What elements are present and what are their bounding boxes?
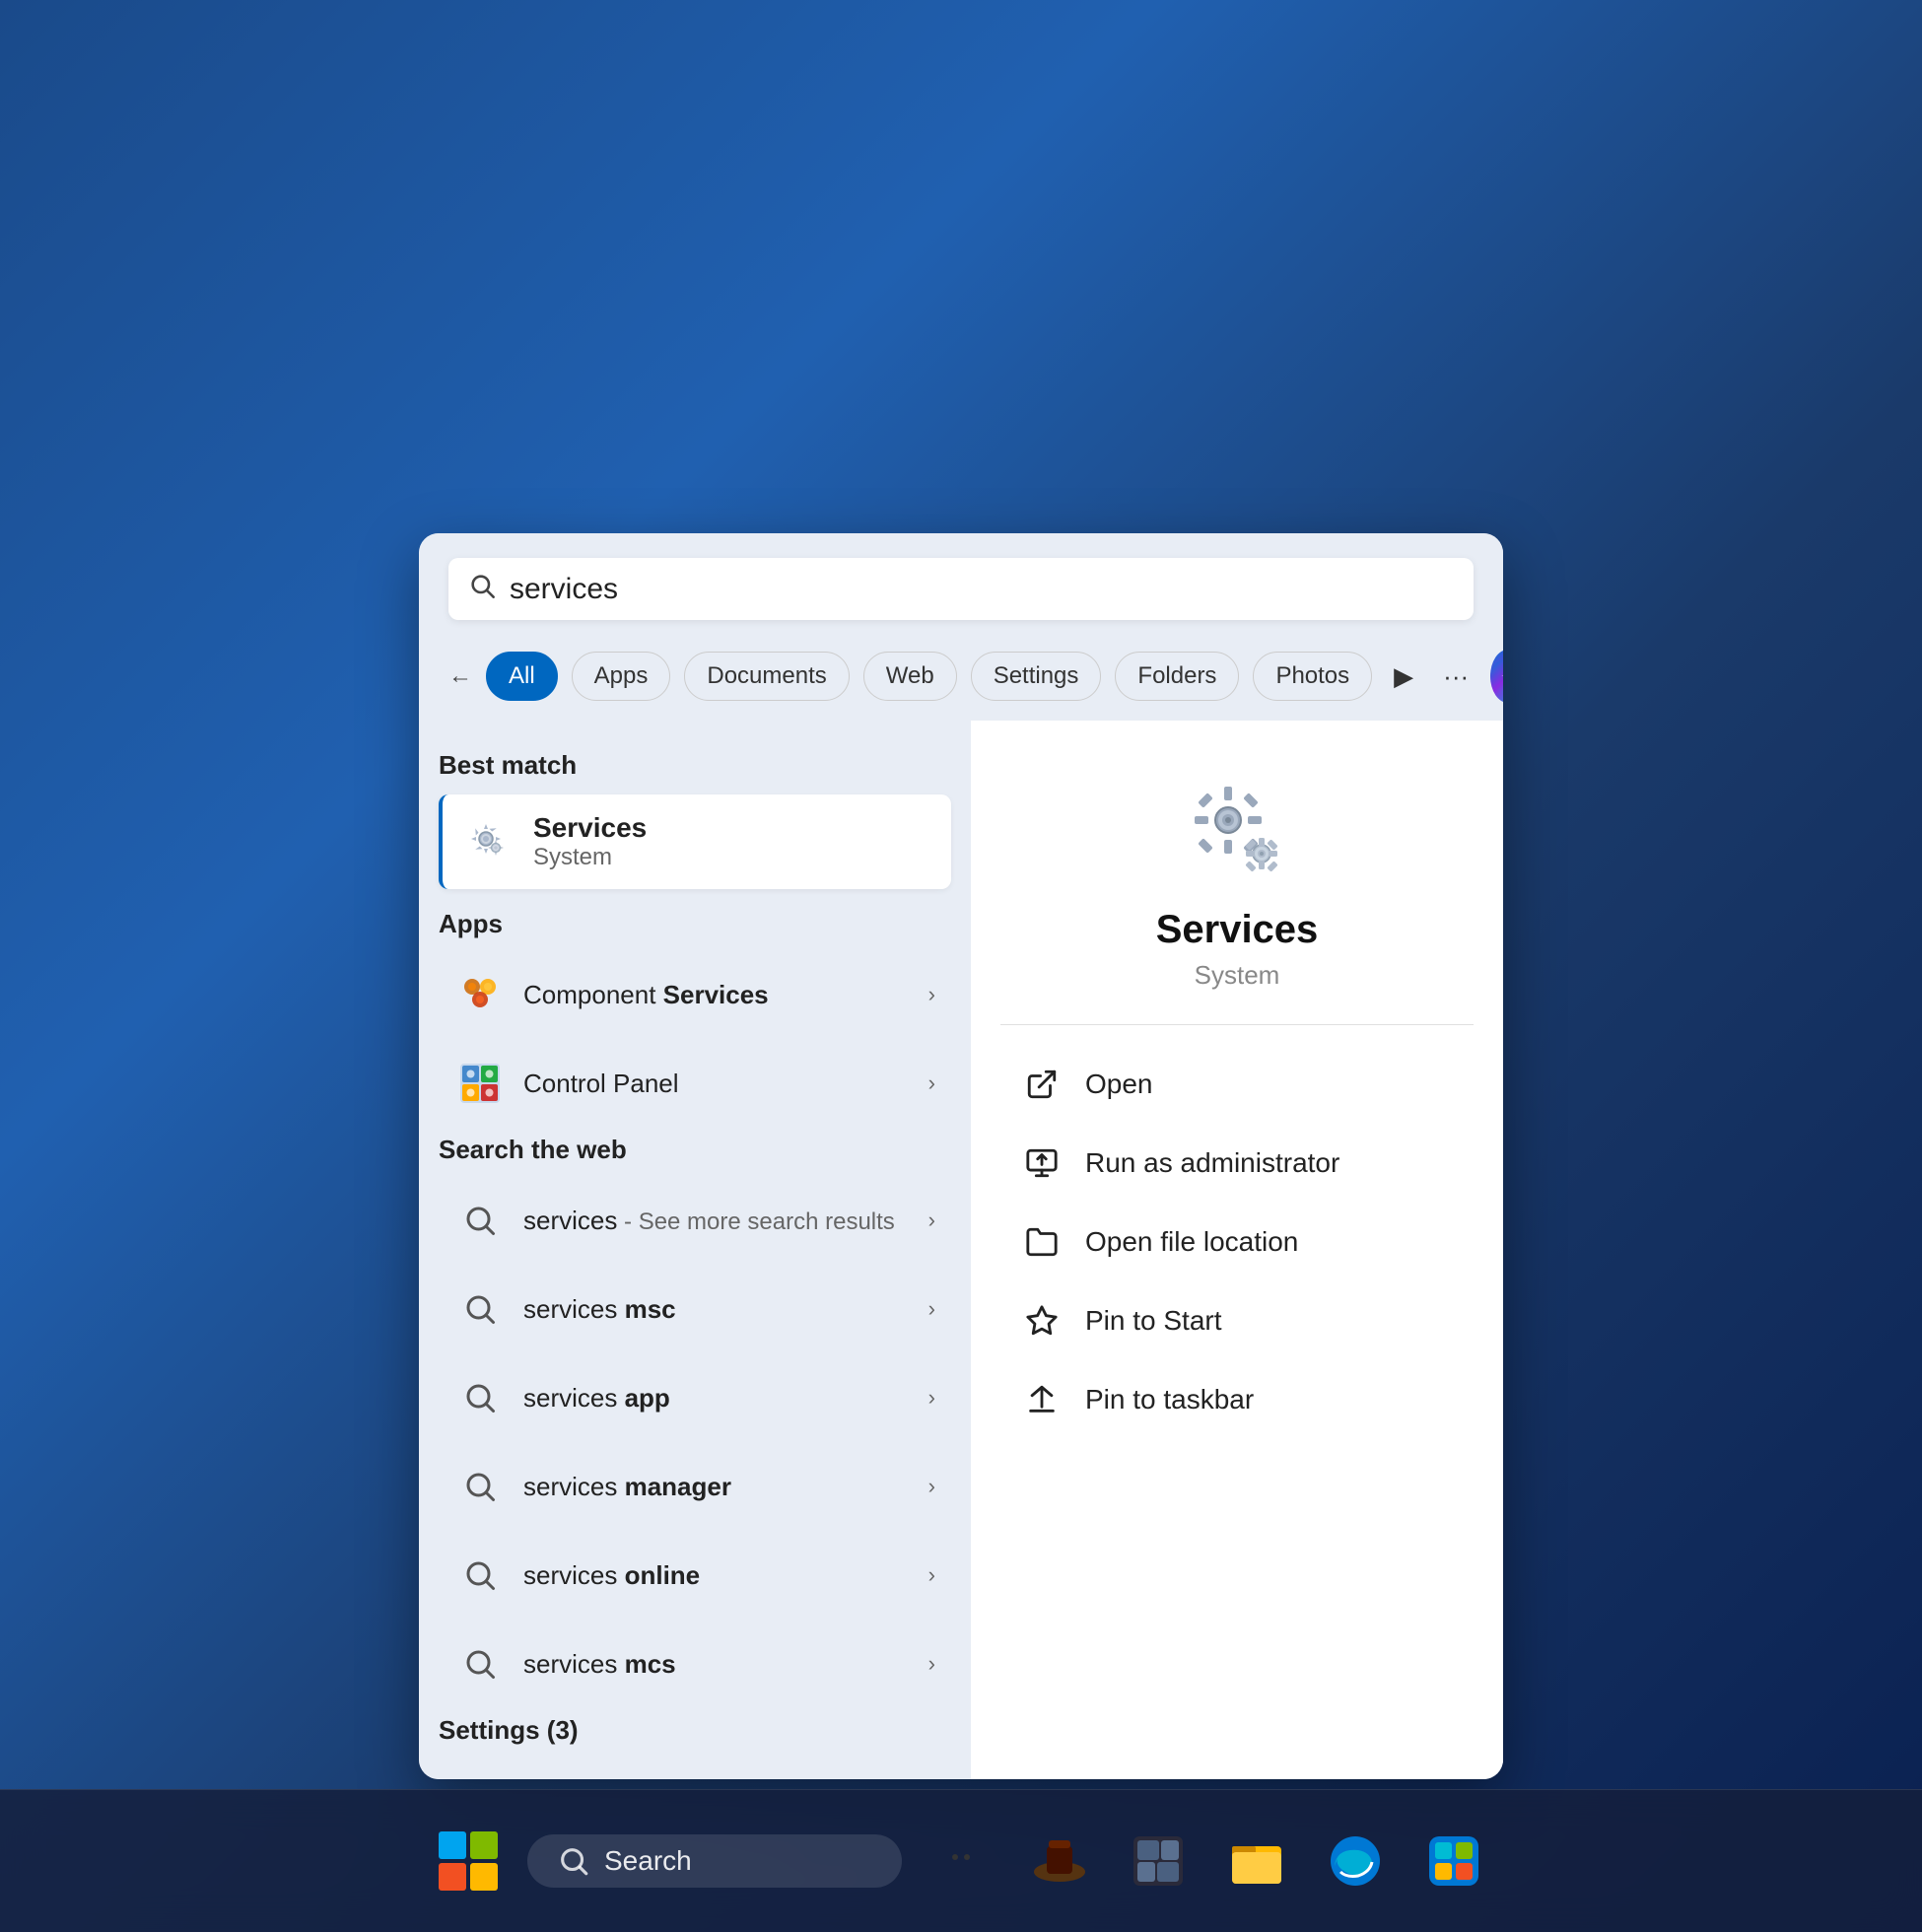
windows-start-button[interactable] [429, 1822, 508, 1900]
action-pin-start[interactable]: Pin to Start [1000, 1281, 1474, 1360]
web-search-1-chevron: › [928, 1208, 935, 1233]
best-match-item[interactable]: Services System [439, 794, 951, 889]
search-icon [468, 572, 496, 606]
web-search-services-mcs[interactable]: services mcs › [439, 1622, 951, 1705]
control-panel-icon [454, 1058, 506, 1109]
control-panel-label: Control Panel [523, 1069, 928, 1099]
tab-folders[interactable]: Folders [1115, 652, 1239, 701]
detail-title: Services [1156, 908, 1319, 952]
taskbar-search-label: Search [604, 1845, 692, 1877]
web-search-services[interactable]: services - See more search results › [439, 1179, 951, 1262]
svg-text:✦: ✦ [1501, 666, 1503, 686]
taskbar-icon-4[interactable] [1217, 1822, 1296, 1900]
pin-taskbar-label: Pin to taskbar [1085, 1384, 1254, 1415]
web-search-1-label: services - See more search results [523, 1206, 928, 1236]
search-input[interactable] [510, 573, 1454, 606]
search-box [448, 558, 1474, 620]
tab-web[interactable]: Web [863, 652, 957, 701]
more-arrow-icon[interactable]: ▶ [1386, 654, 1421, 700]
file-location-label: Open file location [1085, 1226, 1298, 1258]
web-search-icon-3 [454, 1372, 506, 1423]
web-search-3-label: services app [523, 1383, 928, 1414]
taskbar: Search [0, 1789, 1922, 1932]
web-search-services-app[interactable]: services app › [439, 1356, 951, 1439]
best-match-title: Services [533, 812, 647, 844]
more-options-icon[interactable]: ··· [1435, 654, 1476, 700]
tab-apps[interactable]: Apps [572, 652, 671, 701]
action-open[interactable]: Open [1000, 1045, 1474, 1124]
search-input-area [419, 533, 1503, 640]
edge-icon [1327, 1832, 1384, 1890]
taskbar-icon-5[interactable] [1316, 1822, 1395, 1900]
tab-settings[interactable]: Settings [971, 652, 1102, 701]
pin-taskbar-icon [1020, 1378, 1064, 1421]
left-panel: Best match [419, 721, 971, 1779]
web-search-services-online[interactable]: services online › [439, 1534, 951, 1617]
open-icon [1020, 1063, 1064, 1106]
control-panel-chevron: › [928, 1070, 935, 1096]
fox-icon [932, 1832, 990, 1890]
filter-tabs: ← All Apps Documents Web Settings Folder… [419, 640, 1503, 721]
component-services-label: Component Services [523, 980, 928, 1010]
web-search-4-chevron: › [928, 1474, 935, 1499]
action-pin-taskbar[interactable]: Pin to taskbar [1000, 1360, 1474, 1439]
taskbar-icon-2[interactable] [1020, 1822, 1099, 1900]
taskbar-icon-3[interactable] [1119, 1822, 1198, 1900]
settings-section-title: Settings (3) [439, 1715, 951, 1746]
store-icon [1425, 1832, 1482, 1890]
file-explorer-icon [1228, 1832, 1285, 1890]
component-services-chevron: › [928, 982, 935, 1007]
search-panel: ← All Apps Documents Web Settings Folder… [419, 533, 1503, 1779]
web-search-services-manager[interactable]: services manager › [439, 1445, 951, 1528]
open-label: Open [1085, 1069, 1153, 1100]
list-item-component-services[interactable]: Component Services › [439, 953, 951, 1036]
web-search-icon-5 [454, 1550, 506, 1601]
web-search-icon-1 [454, 1195, 506, 1246]
web-search-icon-6 [454, 1638, 506, 1690]
run-admin-label: Run as administrator [1085, 1147, 1339, 1179]
web-search-6-chevron: › [928, 1651, 935, 1677]
detail-subtitle: System [1195, 960, 1280, 991]
main-content: Best match [419, 721, 1503, 1779]
back-button[interactable]: ← [448, 652, 472, 701]
web-search-icon-4 [454, 1461, 506, 1512]
hat-icon [1031, 1832, 1088, 1890]
tab-all[interactable]: All [486, 652, 558, 701]
list-item-control-panel[interactable]: Control Panel › [439, 1042, 951, 1125]
web-search-3-chevron: › [928, 1385, 935, 1411]
web-search-2-label: services msc [523, 1294, 928, 1325]
file-location-icon [1020, 1220, 1064, 1264]
best-match-info: Services System [533, 812, 647, 871]
virtual-desktop-icon [1130, 1832, 1187, 1890]
web-search-6-label: services mcs [523, 1649, 928, 1680]
services-detail-icon [1183, 780, 1291, 888]
taskbar-search[interactable]: Search [527, 1834, 902, 1888]
windows-logo-icon [435, 1828, 502, 1895]
action-run-as-admin[interactable]: Run as administrator [1000, 1124, 1474, 1203]
tab-documents[interactable]: Documents [684, 652, 849, 701]
taskbar-icon-1[interactable] [922, 1822, 1000, 1900]
web-section-title: Search the web [439, 1135, 951, 1165]
copilot-button[interactable]: ✦ [1490, 650, 1503, 703]
best-match-subtitle: System [533, 844, 647, 871]
web-search-5-label: services online [523, 1560, 928, 1591]
best-match-section-title: Best match [439, 750, 951, 781]
taskbar-icon-6[interactable] [1414, 1822, 1493, 1900]
pin-start-icon [1020, 1299, 1064, 1343]
web-search-icon-2 [454, 1283, 506, 1335]
apps-section-title: Apps [439, 909, 951, 939]
web-search-services-msc[interactable]: services msc › [439, 1268, 951, 1350]
component-services-icon [454, 969, 506, 1020]
web-search-4-label: services manager [523, 1472, 928, 1502]
services-icon [458, 813, 515, 870]
taskbar-search-icon [557, 1844, 590, 1878]
divider [1000, 1024, 1474, 1025]
web-search-2-chevron: › [928, 1296, 935, 1322]
tab-photos[interactable]: Photos [1253, 652, 1372, 701]
web-search-5-chevron: › [928, 1562, 935, 1588]
action-open-file-location[interactable]: Open file location [1000, 1203, 1474, 1281]
right-panel: Services System Open [971, 721, 1503, 1779]
pin-start-label: Pin to Start [1085, 1305, 1222, 1337]
run-admin-icon [1020, 1141, 1064, 1185]
